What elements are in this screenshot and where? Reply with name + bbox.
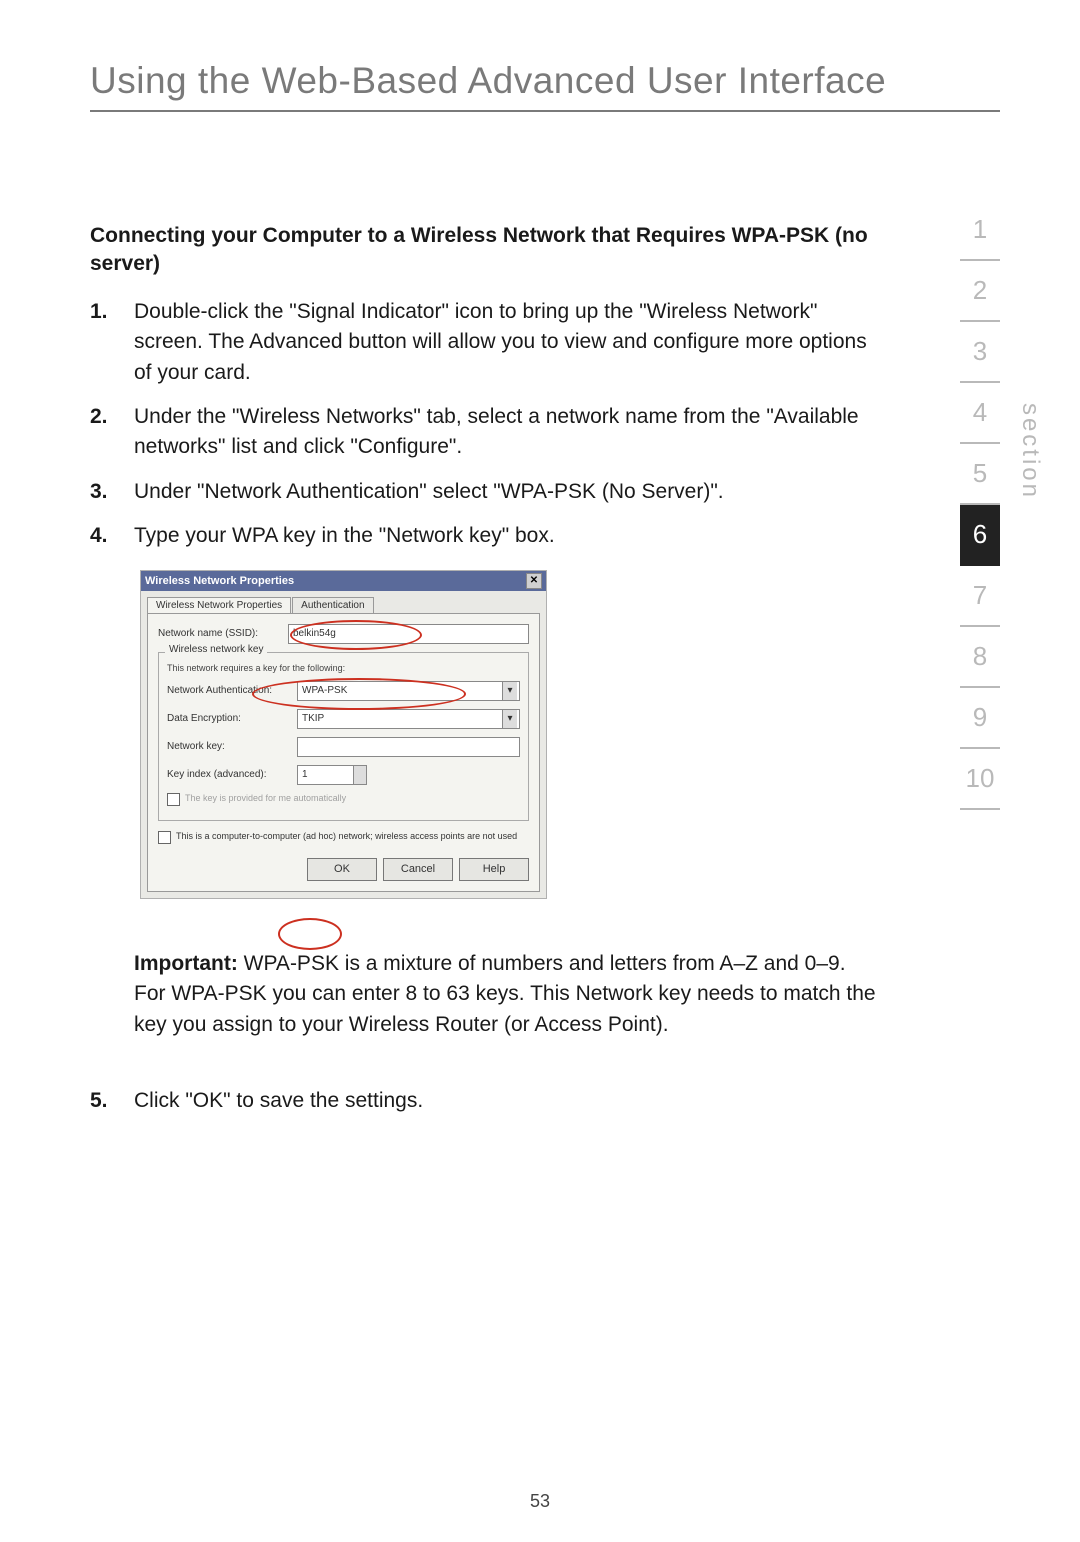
keyidx-label: Key index (advanced):	[167, 769, 297, 780]
page-number: 53	[0, 1491, 1080, 1512]
adhoc-checkbox[interactable]: This is a computer-to-computer (ad hoc) …	[158, 831, 529, 844]
key-group: Wireless network key This network requir…	[158, 652, 529, 821]
section-9[interactable]: 9	[960, 688, 1000, 749]
key-input[interactable]	[297, 737, 520, 757]
help-button[interactable]: Help	[459, 858, 529, 881]
section-2[interactable]: 2	[960, 261, 1000, 322]
group-note: This network requires a key for the foll…	[167, 663, 520, 673]
tab-properties[interactable]: Wireless Network Properties	[147, 597, 291, 613]
dialog-screenshot: Wireless Network Properties ✕ Wireless N…	[140, 570, 547, 899]
section-3[interactable]: 3	[960, 322, 1000, 383]
section-4[interactable]: 4	[960, 383, 1000, 444]
checkbox-icon	[167, 793, 180, 806]
highlight-ellipse	[278, 918, 342, 950]
ssid-label: Network name (SSID):	[158, 628, 288, 639]
important-note: Important: WPA-PSK is a mixture of numbe…	[134, 949, 880, 1040]
auth-label: Network Authentication:	[167, 685, 297, 696]
section-6[interactable]: 6	[960, 505, 1000, 566]
step-1: 1. Double-click the "Signal Indicator" i…	[90, 297, 880, 388]
checkbox-icon	[158, 831, 171, 844]
dialog-title: Wireless Network Properties	[145, 571, 294, 591]
section-7[interactable]: 7	[960, 566, 1000, 627]
close-icon[interactable]: ✕	[526, 573, 542, 589]
step-text: Double-click the "Signal Indicator" icon…	[134, 297, 880, 388]
section-label: section	[1016, 403, 1044, 500]
section-1[interactable]: 1	[960, 200, 1000, 261]
step-2: 2. Under the "Wireless Networks" tab, se…	[90, 402, 880, 463]
step-text: Under the "Wireless Networks" tab, selec…	[134, 402, 880, 463]
tab-authentication[interactable]: Authentication	[292, 597, 373, 613]
ok-button[interactable]: OK	[307, 858, 377, 881]
keyidx-input[interactable]: 1	[297, 765, 367, 785]
ssid-input[interactable]: belkin54g	[288, 624, 529, 644]
subheading: Connecting your Computer to a Wireless N…	[90, 222, 880, 279]
step-num: 5.	[90, 1086, 134, 1116]
step-3: 3. Under "Network Authentication" select…	[90, 477, 880, 507]
auto-key-label: The key is provided for me automatically	[185, 793, 346, 803]
important-label: Important:	[134, 952, 238, 975]
step-4: 4. Type your WPA key in the "Network key…	[90, 521, 880, 551]
steps-list: 1. Double-click the "Signal Indicator" i…	[90, 297, 880, 552]
section-8[interactable]: 8	[960, 627, 1000, 688]
enc-select[interactable]: TKIP	[297, 709, 520, 729]
dialog-body: Network name (SSID): belkin54g Wireless …	[147, 613, 540, 892]
step-num: 3.	[90, 477, 134, 507]
step-num: 2.	[90, 402, 134, 463]
auto-key-checkbox: The key is provided for me automatically	[167, 793, 520, 806]
dialog-buttons: OK Cancel Help	[158, 850, 529, 883]
section-5[interactable]: 5	[960, 444, 1000, 505]
step-5: 5. Click "OK" to save the settings.	[90, 1086, 880, 1116]
step-text: Under "Network Authentication" select "W…	[134, 477, 880, 507]
key-label: Network key:	[167, 741, 297, 752]
dialog-tabs: Wireless Network Properties Authenticati…	[147, 597, 540, 613]
page-title: Using the Web-Based Advanced User Interf…	[90, 60, 1000, 112]
important-text: WPA-PSK is a mixture of numbers and lett…	[134, 952, 876, 1036]
auth-select[interactable]: WPA-PSK	[297, 681, 520, 701]
adhoc-label: This is a computer-to-computer (ad hoc) …	[176, 831, 517, 841]
step-num: 4.	[90, 521, 134, 551]
cancel-button[interactable]: Cancel	[383, 858, 453, 881]
step-text: Type your WPA key in the "Network key" b…	[134, 521, 880, 551]
group-legend: Wireless network key	[165, 644, 267, 655]
section-10[interactable]: 10	[960, 749, 1000, 810]
dialog-titlebar: Wireless Network Properties ✕	[141, 571, 546, 591]
section-nav: 1 2 3 4 5 6 7 8 9 10	[960, 200, 1000, 810]
step-num: 1.	[90, 297, 134, 388]
step-text: Click "OK" to save the settings.	[134, 1086, 423, 1116]
enc-label: Data Encryption:	[167, 713, 297, 724]
